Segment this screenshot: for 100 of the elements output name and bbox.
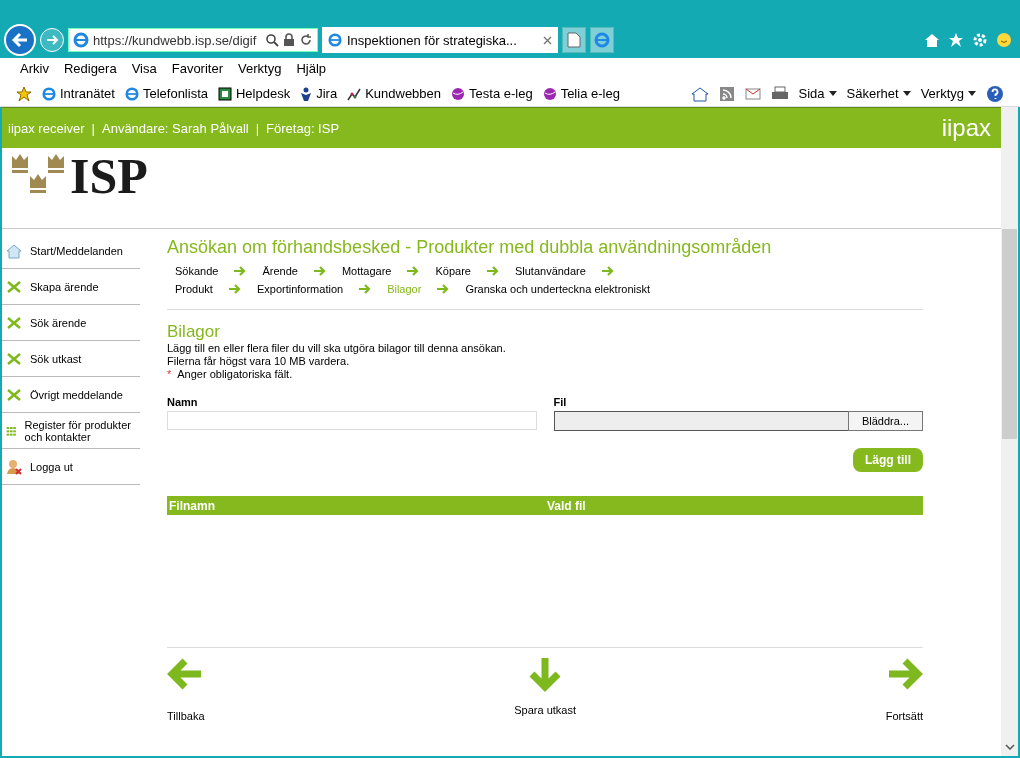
instruction-text: Filerna får högst vara 10 MB vardera. <box>167 355 351 367</box>
browser-logo-button[interactable] <box>590 27 614 53</box>
browser-tab[interactable]: Inspektionen för strategiska... <box>322 27 558 53</box>
address-bar[interactable]: https://kundwebb.isp.se/digif <box>68 28 318 52</box>
required-note: Anger obligatoriska fält. <box>177 368 293 380</box>
chart-icon <box>347 86 362 101</box>
favorite-link[interactable]: Intranätet <box>42 86 115 101</box>
help-icon[interactable] <box>986 84 1004 103</box>
header-text: | <box>255 120 260 136</box>
field-label: Namn <box>167 396 199 408</box>
header-text: iipax receiver <box>8 120 85 136</box>
command-label: Säkerhet <box>846 86 899 101</box>
step-link[interactable]: Sökande <box>175 265 219 277</box>
sidebar-label: Sök ärende <box>30 316 87 329</box>
section-title: Bilagor <box>167 322 221 342</box>
sidebar-label: Register för produkter och kontakter <box>24 418 132 443</box>
new-tab-button[interactable] <box>562 27 586 53</box>
menu-item[interactable]: Visa <box>131 61 157 78</box>
file-input[interactable] <box>553 411 848 431</box>
nav-link[interactable]: Spara utkast <box>514 656 576 722</box>
command-menu[interactable]: Säkerhet <box>846 86 911 101</box>
nav-link[interactable]: Tillbaka <box>167 656 205 722</box>
sidebar-label: Logga ut <box>30 460 73 473</box>
step-link[interactable]: Ärende <box>262 265 298 277</box>
favorite-link[interactable]: Telefonlista <box>124 86 208 101</box>
nav-label: Tillbaka <box>167 710 205 722</box>
favorite-link[interactable]: Telia e-leg <box>542 86 620 101</box>
sidebar-item[interactable]: Start/Meddelanden <box>2 233 140 269</box>
menu-item[interactable]: Arkiv <box>20 61 49 78</box>
menu-item[interactable]: Redigera <box>63 61 117 78</box>
step-link[interactable]: Mottagare <box>341 265 392 277</box>
favorite-link[interactable]: Testa e-leg <box>451 86 533 101</box>
sidebar-item[interactable]: Logga ut <box>2 449 140 485</box>
sidebar-label: Sök utkast <box>30 352 82 365</box>
nav-link[interactable]: Fortsätt <box>885 656 923 722</box>
scrollbar-thumb[interactable] <box>1002 229 1017 439</box>
caret-icon <box>902 91 911 96</box>
favorite-label: Helpdesk <box>236 86 291 101</box>
cross-icon <box>6 386 22 403</box>
sidebar-item[interactable]: Register för produkter och kontakter <box>2 413 140 449</box>
sidebar-item[interactable]: Skapa ärende <box>2 269 140 305</box>
feed-icon[interactable] <box>718 85 735 102</box>
step-link[interactable]: Produkt <box>175 283 213 295</box>
menu-item[interactable]: Verktyg <box>238 61 282 78</box>
logo-text: ISP <box>70 152 148 200</box>
favorites-star-icon[interactable] <box>16 85 32 102</box>
globe-e-icon <box>328 33 342 47</box>
instruction-text: Lägg till en eller flera filer du vill ska utgöra bilagor till denna ansökan. <box>167 342 507 354</box>
sidebar-item[interactable]: Övrigt meddelande <box>2 377 140 413</box>
step-link[interactable]: Köpare <box>435 265 471 277</box>
favorite-link[interactable]: Jira <box>300 86 338 101</box>
forward-button[interactable] <box>40 28 64 52</box>
nav-label: Fortsätt <box>885 710 923 722</box>
arrow-right-icon <box>601 266 614 276</box>
printer-icon[interactable] <box>770 85 789 102</box>
home-icon <box>6 242 22 259</box>
favorite-label: Jira <box>316 86 338 101</box>
command-label: Verktyg <box>920 86 964 101</box>
star-icon[interactable] <box>948 32 964 48</box>
arrow-right-icon <box>407 266 420 276</box>
arrow-right-icon <box>486 266 499 276</box>
favorite-link[interactable]: Kundwebben <box>347 86 442 101</box>
step-link[interactable]: Slutanvändare <box>514 265 586 277</box>
cross-icon <box>6 314 22 331</box>
smiley-icon[interactable] <box>996 32 1012 48</box>
globe-e-icon <box>594 32 610 48</box>
header-text: Företag: ISP <box>266 120 340 136</box>
arrow-right-icon <box>437 284 450 294</box>
favorite-link[interactable]: Helpdesk <box>218 86 291 101</box>
command-menu[interactable]: Verktyg <box>920 86 976 101</box>
sidebar-item[interactable]: Sök utkast <box>2 341 140 377</box>
scroll-down-icon[interactable] <box>1004 744 1015 750</box>
search-icon[interactable] <box>265 33 279 47</box>
sidebar-label: Övrigt meddelande <box>30 388 123 401</box>
field-label: Fil <box>553 396 568 408</box>
favorite-label: Testa e-leg <box>469 86 533 101</box>
close-icon[interactable] <box>543 35 552 45</box>
sidebar-label: Skapa ärende <box>30 280 99 293</box>
column-header: Filnamn <box>168 498 216 513</box>
menu-item[interactable]: Hjälp <box>296 61 326 78</box>
home-icon[interactable] <box>924 32 940 48</box>
header-text: | <box>91 120 95 136</box>
required-mark: * <box>167 368 172 380</box>
name-input[interactable] <box>167 411 537 430</box>
orb-icon <box>542 86 557 101</box>
arrow-left-icon <box>167 656 203 692</box>
browse-button[interactable]: Bläddra... <box>848 411 923 431</box>
sidebar-item[interactable]: Sök ärende <box>2 305 140 341</box>
settings-icon[interactable] <box>972 32 988 48</box>
home-icon[interactable] <box>690 85 709 102</box>
back-button[interactable] <box>4 24 36 56</box>
arrow-right-icon <box>228 284 241 294</box>
step-link[interactable]: Granska och underteckna elektroniskt <box>465 283 651 295</box>
arrow-right-icon <box>887 656 923 692</box>
user-remove-icon <box>6 458 22 475</box>
mail-icon[interactable] <box>744 86 761 101</box>
refresh-icon[interactable] <box>299 33 313 47</box>
step-link[interactable]: Exportinformation <box>256 283 344 295</box>
command-menu[interactable]: Sida <box>798 86 837 101</box>
menu-item[interactable]: Favoriter <box>171 61 223 78</box>
